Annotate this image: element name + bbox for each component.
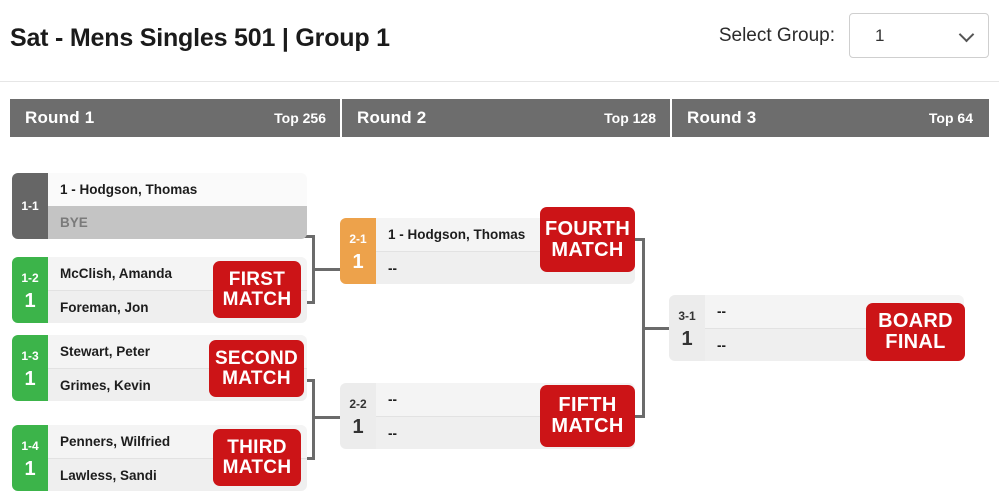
match-2-2-tag-line2: MATCH	[551, 415, 624, 437]
match-1-2-badge: 1-2 1	[12, 257, 48, 323]
match-1-2-score: 1	[24, 289, 36, 312]
match-1-1-player-2[interactable]: BYE	[48, 206, 307, 239]
connector-line	[312, 379, 315, 460]
round-2-name: Round 2	[357, 108, 427, 127]
match-2-2-id: 2-2	[349, 396, 367, 411]
match-3-1-tag-line1: BOARD	[878, 310, 953, 333]
match-2-2-badge: 2-2 1	[340, 383, 376, 449]
select-group-label: Select Group:	[718, 24, 835, 46]
match-2-2-score: 1	[352, 415, 364, 438]
bracket-body: 1-1 1 - Hodgson, Thomas BYE 1-2 1 McClis…	[0, 137, 999, 501]
round-3-top: Top 64	[928, 110, 973, 126]
match-2-1-tag[interactable]: FOURTH MATCH	[540, 207, 635, 272]
match-2-1-id: 2-1	[349, 231, 367, 246]
match-1-3-id: 1-3	[21, 348, 39, 363]
match-2-2-tag[interactable]: FIFTH MATCH	[540, 385, 635, 447]
match-1-4-tag-line2: MATCH	[222, 456, 292, 478]
group-select[interactable]: 1	[849, 13, 989, 58]
match-1-3-badge: 1-3 1	[12, 335, 48, 401]
group-selector: Select Group: 1	[719, 13, 989, 58]
match-1-2-tag[interactable]: FIRST MATCH	[213, 261, 301, 318]
rounds-header-bar: Round 1 Top 256 Round 2 Top 128 Round 3 …	[10, 99, 989, 137]
connector-line	[312, 268, 340, 271]
chevron-down-icon	[958, 26, 975, 42]
round-header-3: Round 3 Top 64	[670, 99, 987, 137]
match-3-1-tag[interactable]: BOARD FINAL	[866, 303, 965, 361]
match-1-4-tag[interactable]: THIRD MATCH	[213, 429, 301, 486]
match-2-1-badge: 2-1 1	[340, 218, 376, 284]
group-select-value: 1	[875, 25, 885, 45]
round-header-1: Round 1 Top 256	[10, 99, 340, 137]
match-1-3-tag-line1: SECOND	[214, 347, 299, 369]
round-header-2: Round 2 Top 128	[340, 99, 670, 137]
connector-line	[312, 416, 340, 419]
match-1-2-tag-line2: MATCH	[222, 288, 292, 310]
round-3-name: Round 3	[687, 108, 757, 127]
round-1-name: Round 1	[25, 108, 95, 127]
match-1-2-tag-line1: FIRST	[228, 268, 286, 290]
match-1-1-id: 1-1	[21, 199, 39, 213]
match-1-4-badge: 1-4 1	[12, 425, 48, 491]
match-3-1-badge: 3-1 1	[669, 295, 705, 361]
round-1-top: Top 256	[274, 110, 326, 126]
match-2-1-tag-line1: FOURTH	[544, 217, 631, 240]
match-1-3-tag[interactable]: SECOND MATCH	[209, 340, 304, 397]
match-1-1-players: 1 - Hodgson, Thomas BYE	[48, 173, 307, 239]
page-header: Sat - Mens Singles 501 | Group 1 Select …	[0, 0, 999, 82]
match-3-1-tag-line2: FINAL	[885, 331, 946, 353]
match-3-1-id: 3-1	[678, 308, 696, 323]
match-1-4-score: 1	[24, 457, 36, 480]
match-3-1-score: 1	[681, 327, 693, 350]
match-2-2-tag-line1: FIFTH	[558, 394, 617, 417]
match-1-1-badge: 1-1	[12, 173, 48, 239]
match-1-3-tag-line2: MATCH	[222, 367, 291, 389]
connector-line	[642, 327, 670, 330]
bracket-page: Sat - Mens Singles 501 | Group 1 Select …	[0, 0, 999, 501]
round-2-top: Top 128	[604, 110, 656, 126]
match-1-1-player-1[interactable]: 1 - Hodgson, Thomas	[48, 173, 307, 206]
match-1-4-tag-line1: THIRD	[227, 436, 287, 458]
match-1-1[interactable]: 1-1 1 - Hodgson, Thomas BYE	[12, 173, 307, 239]
match-1-4-id: 1-4	[21, 438, 39, 453]
page-title: Sat - Mens Singles 501 | Group 1	[10, 24, 390, 52]
match-2-1-score: 1	[352, 250, 364, 273]
match-1-2-id: 1-2	[21, 270, 39, 285]
match-2-1-tag-line2: MATCH	[551, 238, 624, 261]
match-1-3-score: 1	[24, 367, 36, 390]
